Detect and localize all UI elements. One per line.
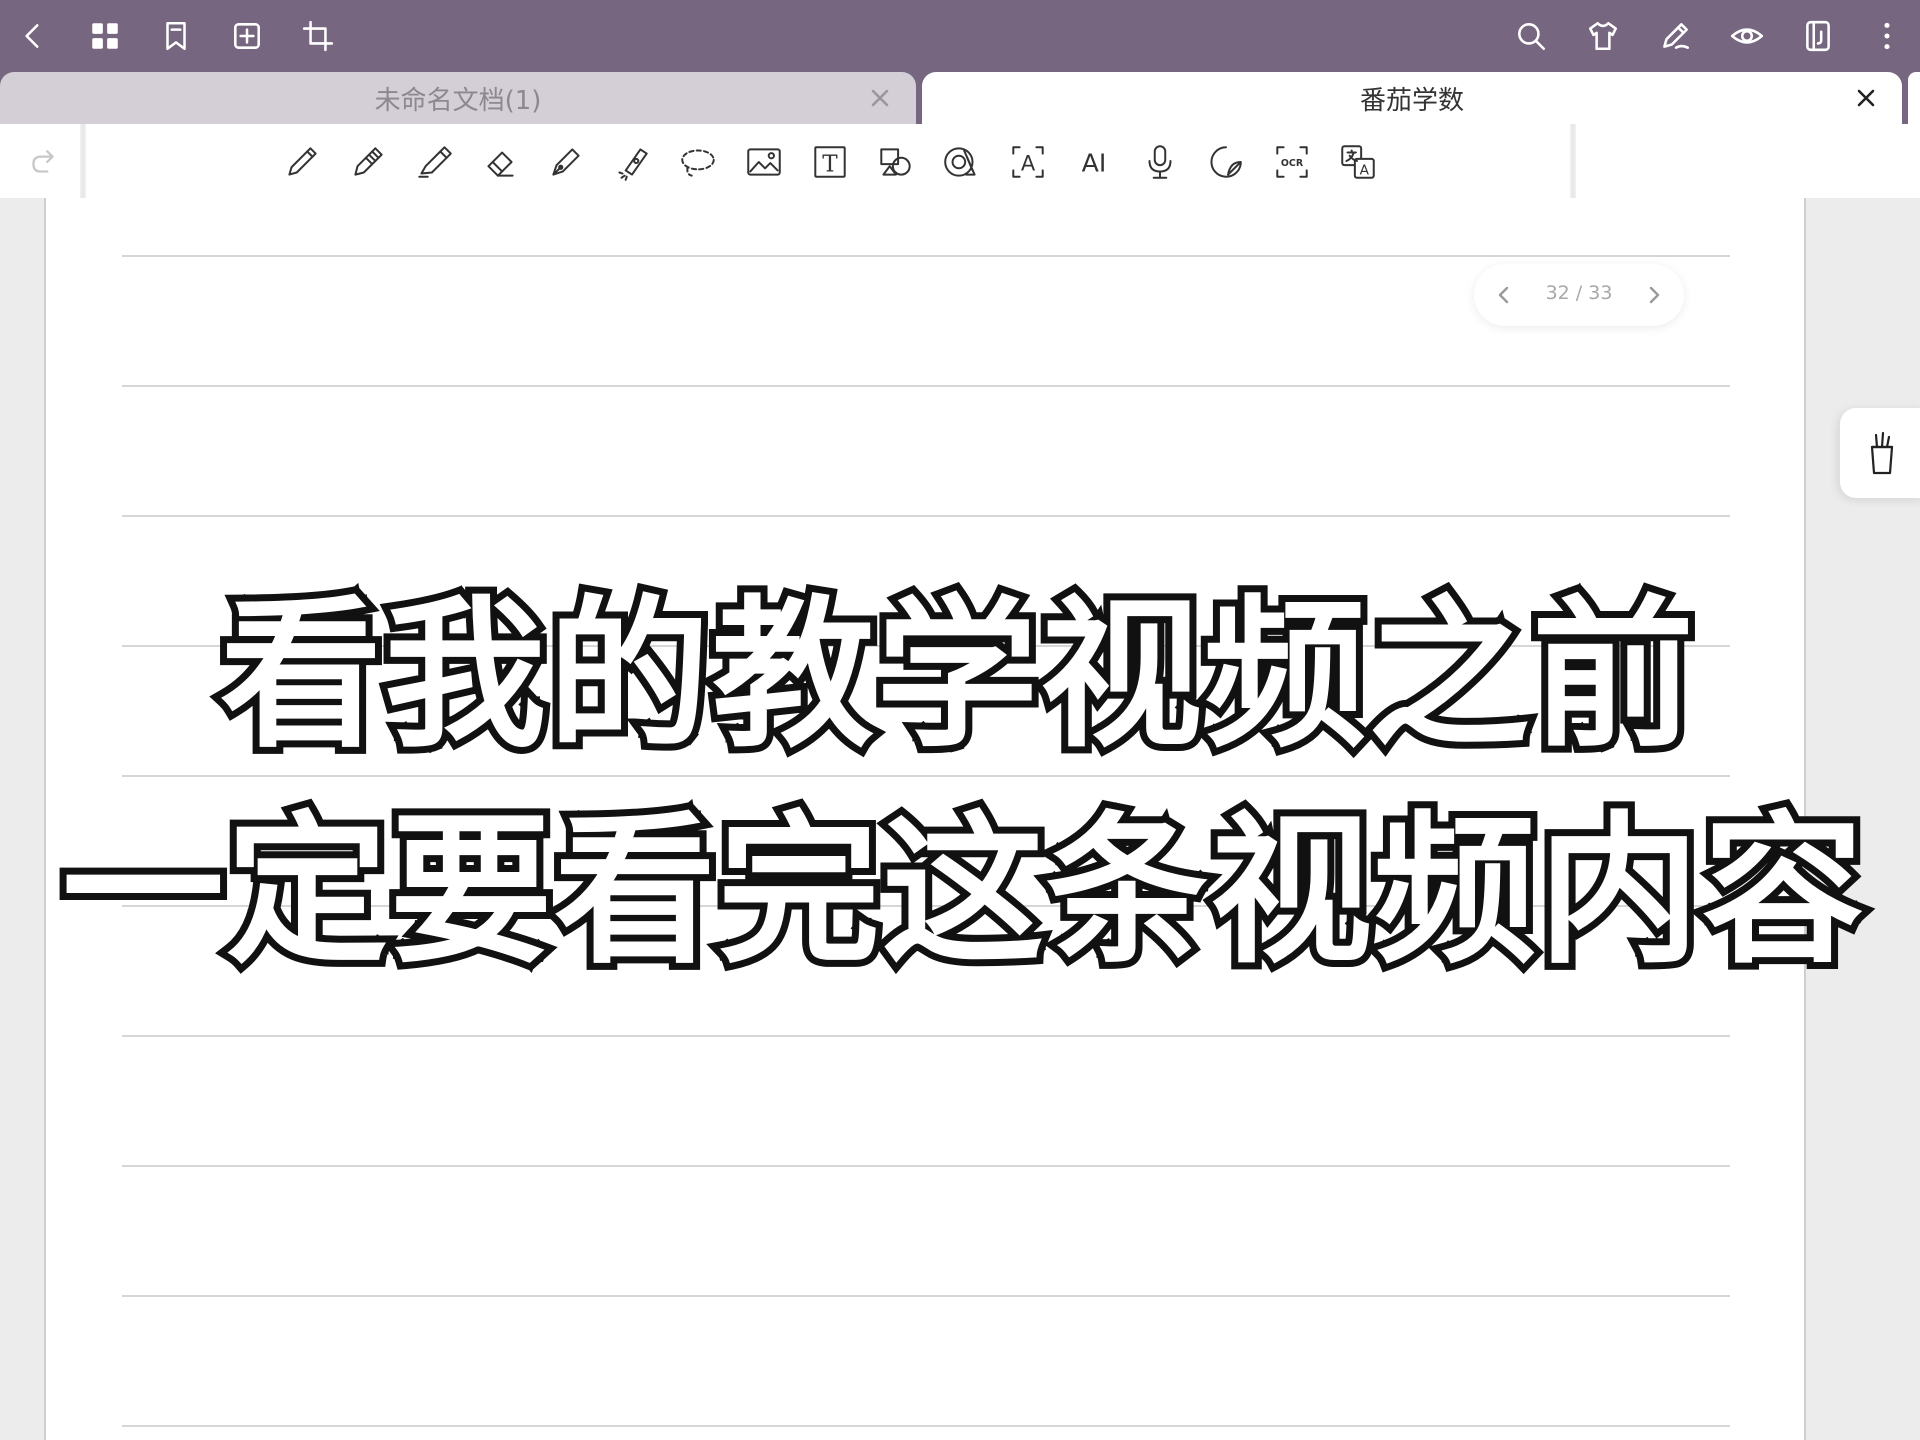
ruled-line (122, 385, 1730, 387)
add-page-icon[interactable] (224, 13, 270, 59)
search-icon[interactable] (1508, 13, 1554, 59)
tab-label: 未命名文档(1) (374, 85, 542, 116)
toolbar-divider (1570, 124, 1576, 198)
page-counter: 32 / 33 (1545, 282, 1613, 304)
pen-holder-tab[interactable] (1840, 408, 1920, 498)
tab-label: 番茄学数 (1359, 85, 1464, 116)
bookmark-icon[interactable] (153, 13, 199, 59)
ruled-line (122, 1035, 1730, 1037)
close-icon[interactable] (1848, 80, 1884, 116)
highlighter-icon[interactable] (410, 138, 458, 186)
ruled-line (122, 1425, 1730, 1427)
image-icon[interactable] (740, 138, 788, 186)
toolbar-divider (80, 124, 86, 198)
pencil-icon[interactable] (344, 138, 392, 186)
laser-pointer-icon[interactable] (608, 138, 656, 186)
grid-icon[interactable] (82, 13, 128, 59)
microphone-icon[interactable] (1136, 138, 1184, 186)
next-page-button[interactable] (1634, 275, 1674, 315)
tape-icon[interactable] (938, 138, 986, 186)
eraser-icon[interactable] (476, 138, 524, 186)
fountain-pen-icon[interactable] (542, 138, 590, 186)
shirt-icon[interactable] (1580, 13, 1626, 59)
back-icon[interactable] (10, 13, 56, 59)
more-icon[interactable] (1864, 13, 1910, 59)
svg-text:T: T (822, 151, 838, 177)
lasso-icon[interactable] (674, 138, 722, 186)
ai-icon[interactable]: AI (1070, 138, 1118, 186)
ruled-line (122, 515, 1730, 517)
ocr-icon[interactable]: OCR (1268, 138, 1316, 186)
caption-line-1: 看我的教学视频之前 (213, 575, 1701, 777)
translate-icon[interactable]: A (1334, 138, 1382, 186)
svg-text:AI: AI (1082, 148, 1107, 177)
caption-line-2: 一定要看完这条视频内容 (55, 791, 1871, 993)
ruled-line (122, 1165, 1730, 1167)
text-box-icon[interactable]: T (806, 138, 854, 186)
text-recognition-icon[interactable]: A (1004, 138, 1052, 186)
tab-overflow-edge[interactable] (1908, 72, 1920, 124)
document-tab-bar: 未命名文档(1) 番茄学数 (0, 72, 1920, 124)
top-navigation-bar (0, 0, 1920, 72)
crop-icon[interactable] (295, 13, 341, 59)
app-window: 未命名文档(1) 番茄学数 T A AI OCR A 32 / 33 看我的教学… (0, 0, 1920, 1440)
svg-text:OCR: OCR (1281, 158, 1304, 169)
ruled-line (122, 1295, 1730, 1297)
chevron-left-icon (1498, 286, 1509, 304)
close-icon[interactable] (862, 80, 898, 116)
sticker-icon[interactable] (1202, 138, 1250, 186)
page-navigator: 32 / 33 (1474, 264, 1684, 326)
drawing-toolbar: T A AI OCR A (0, 124, 1920, 198)
svg-text:A: A (1360, 163, 1370, 179)
pen-edit-icon[interactable] (1652, 13, 1698, 59)
redo-icon[interactable] (20, 140, 66, 186)
tab-fanqie-math[interactable]: 番茄学数 (922, 72, 1902, 124)
previous-page-button[interactable] (1484, 275, 1524, 315)
chevron-right-icon (1649, 286, 1660, 304)
shapes-icon[interactable] (872, 138, 920, 186)
tab-untitled-document[interactable]: 未命名文档(1) (0, 72, 916, 124)
pen-cup-icon (1870, 431, 1894, 475)
page-layout-icon[interactable] (1795, 13, 1841, 59)
eye-icon[interactable] (1724, 13, 1770, 59)
ruled-line (122, 255, 1730, 257)
pen-icon[interactable] (278, 138, 326, 186)
svg-text:A: A (1021, 151, 1036, 175)
